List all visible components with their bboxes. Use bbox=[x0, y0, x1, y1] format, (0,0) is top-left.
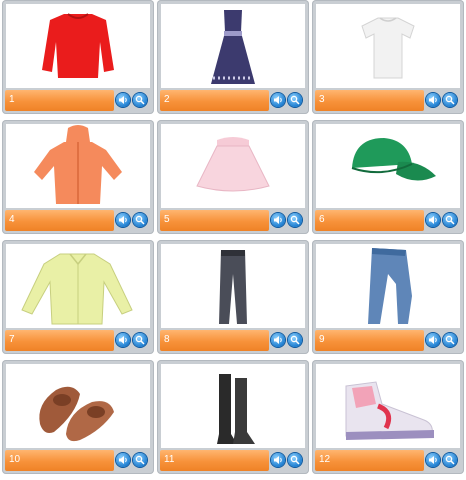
jeans-image bbox=[316, 244, 460, 328]
item-number: 1 bbox=[9, 94, 15, 105]
boots-image bbox=[161, 364, 305, 448]
item-number: 3 bbox=[319, 94, 325, 105]
speaker-icon[interactable] bbox=[271, 213, 285, 227]
magnifier-icon[interactable] bbox=[133, 333, 147, 347]
magnifier-icon[interactable] bbox=[288, 93, 302, 107]
magnifier-icon[interactable] bbox=[443, 93, 457, 107]
magnifier-icon[interactable] bbox=[443, 333, 457, 347]
item-number: 11 bbox=[164, 454, 175, 465]
speaker-icon[interactable] bbox=[426, 333, 440, 347]
item-number: 7 bbox=[9, 334, 15, 345]
speaker-icon[interactable] bbox=[271, 453, 285, 467]
label-bar: 12 bbox=[315, 450, 424, 471]
label-bar: 9 bbox=[315, 330, 424, 351]
speaker-icon[interactable] bbox=[271, 333, 285, 347]
label-bar: 1 bbox=[5, 90, 114, 111]
t-shirt-image bbox=[316, 4, 460, 88]
item-number: 6 bbox=[319, 214, 325, 225]
magnifier-icon[interactable] bbox=[288, 333, 302, 347]
label-bar: 10 bbox=[5, 450, 114, 471]
item-number: 5 bbox=[164, 214, 170, 225]
item-number: 2 bbox=[164, 94, 170, 105]
label-bar: 7 bbox=[5, 330, 114, 351]
sweater-image bbox=[6, 4, 150, 88]
speaker-icon[interactable] bbox=[426, 93, 440, 107]
magnifier-icon[interactable] bbox=[133, 213, 147, 227]
label-bar: 2 bbox=[160, 90, 269, 111]
speaker-icon[interactable] bbox=[116, 93, 130, 107]
moccasins-image bbox=[6, 364, 150, 448]
magnifier-icon[interactable] bbox=[288, 213, 302, 227]
hooded-jacket-image bbox=[6, 124, 150, 208]
card-item-12[interactable]: 12 bbox=[312, 360, 464, 474]
label-bar: 11 bbox=[160, 450, 269, 471]
label-bar: 8 bbox=[160, 330, 269, 351]
magnifier-icon[interactable] bbox=[443, 213, 457, 227]
item-number: 12 bbox=[319, 454, 331, 465]
shirt-image bbox=[6, 244, 150, 328]
trousers-image bbox=[161, 244, 305, 328]
skirt-image bbox=[161, 124, 305, 208]
card-item-3[interactable]: 3 bbox=[312, 0, 464, 114]
magnifier-icon[interactable] bbox=[443, 453, 457, 467]
item-number: 9 bbox=[319, 334, 325, 345]
item-number: 4 bbox=[9, 214, 15, 225]
label-bar: 6 bbox=[315, 210, 424, 231]
card-item-7[interactable]: 7 bbox=[2, 240, 154, 354]
card-item-10[interactable]: 10 bbox=[2, 360, 154, 474]
item-number: 10 bbox=[9, 454, 21, 465]
magnifier-icon[interactable] bbox=[133, 453, 147, 467]
card-item-8[interactable]: 8 bbox=[157, 240, 309, 354]
speaker-icon[interactable] bbox=[271, 93, 285, 107]
speaker-icon[interactable] bbox=[426, 213, 440, 227]
card-item-1[interactable]: 1 bbox=[2, 0, 154, 114]
magnifier-icon[interactable] bbox=[133, 93, 147, 107]
card-item-11[interactable]: 11 bbox=[157, 360, 309, 474]
dress-image bbox=[161, 4, 305, 88]
speaker-icon[interactable] bbox=[116, 213, 130, 227]
cap-image bbox=[316, 124, 460, 208]
speaker-icon[interactable] bbox=[426, 453, 440, 467]
vocabulary-grid: 1 2 3 4 5 6 7 8 9 10 11 12 bbox=[0, 0, 466, 480]
item-number: 8 bbox=[164, 334, 170, 345]
sneakers-image bbox=[316, 364, 460, 448]
card-item-5[interactable]: 5 bbox=[157, 120, 309, 234]
card-item-2[interactable]: 2 bbox=[157, 0, 309, 114]
label-bar: 3 bbox=[315, 90, 424, 111]
card-item-4[interactable]: 4 bbox=[2, 120, 154, 234]
magnifier-icon[interactable] bbox=[288, 453, 302, 467]
speaker-icon[interactable] bbox=[116, 333, 130, 347]
label-bar: 4 bbox=[5, 210, 114, 231]
speaker-icon[interactable] bbox=[116, 453, 130, 467]
card-item-9[interactable]: 9 bbox=[312, 240, 464, 354]
card-item-6[interactable]: 6 bbox=[312, 120, 464, 234]
label-bar: 5 bbox=[160, 210, 269, 231]
